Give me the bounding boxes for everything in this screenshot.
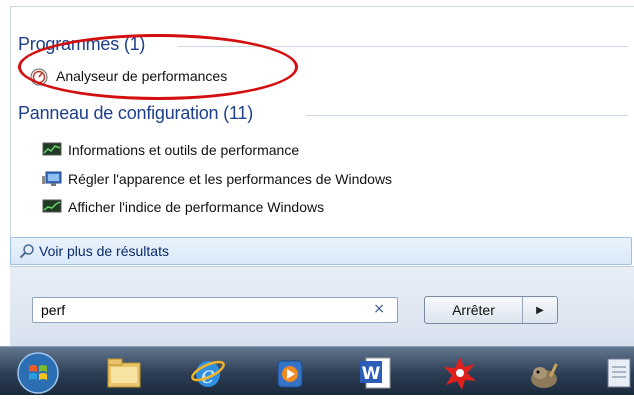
media-player-icon[interactable]: [270, 353, 310, 393]
control-panel-group-header: Panneau de configuration (11): [18, 103, 254, 123]
search-input-value: perf: [41, 302, 66, 318]
result-item-label: Afficher l'indice de performance Windows: [68, 199, 325, 215]
svg-text:W: W: [362, 364, 381, 384]
file-explorer-icon[interactable]: [104, 353, 144, 393]
gimp-icon[interactable]: [524, 353, 564, 393]
result-item-performance-index[interactable]: Afficher l'indice de performance Windows: [42, 195, 324, 219]
result-item-label: Régler l'apparence et les performances d…: [68, 171, 393, 187]
start-orb-icon[interactable]: [16, 351, 59, 394]
display-settings-icon: [42, 171, 62, 187]
internet-explorer-icon[interactable]: e: [188, 353, 228, 393]
result-item-label: Analyseur de performances: [56, 68, 228, 84]
word-icon[interactable]: W: [356, 353, 396, 393]
control-panel-divider: [306, 115, 628, 116]
performance-info-icon: [42, 142, 62, 158]
performance-monitor-icon: [30, 68, 50, 86]
result-item-performance-monitor[interactable]: Analyseur de performances: [30, 64, 227, 88]
start-search-input[interactable]: perf ×: [32, 297, 398, 323]
result-item-display-settings[interactable]: Régler l'apparence et les performances d…: [42, 167, 392, 191]
result-item-performance-info[interactable]: Informations et outils de performance: [42, 138, 299, 162]
shutdown-button-group: Arrêter ▶: [424, 296, 558, 324]
shutdown-options-arrow-icon[interactable]: ▶: [523, 297, 557, 323]
programs-group-header: Programmes (1): [18, 34, 146, 54]
search-icon: [19, 243, 35, 259]
see-more-results-button[interactable]: Voir plus de résultats: [10, 237, 632, 265]
notepad-icon[interactable]: [604, 353, 634, 393]
taskbar: e W: [0, 346, 634, 395]
shutdown-button[interactable]: Arrêter: [425, 297, 523, 323]
result-item-label: Informations et outils de performance: [68, 142, 300, 158]
performance-index-icon: [42, 199, 62, 215]
search-strip: perf × Arrêter ▶: [10, 266, 634, 349]
programs-divider: [178, 46, 628, 47]
clear-search-icon[interactable]: ×: [373, 301, 385, 317]
see-more-results-label: Voir plus de résultats: [39, 243, 169, 259]
red-splash-app-icon[interactable]: [440, 353, 480, 393]
